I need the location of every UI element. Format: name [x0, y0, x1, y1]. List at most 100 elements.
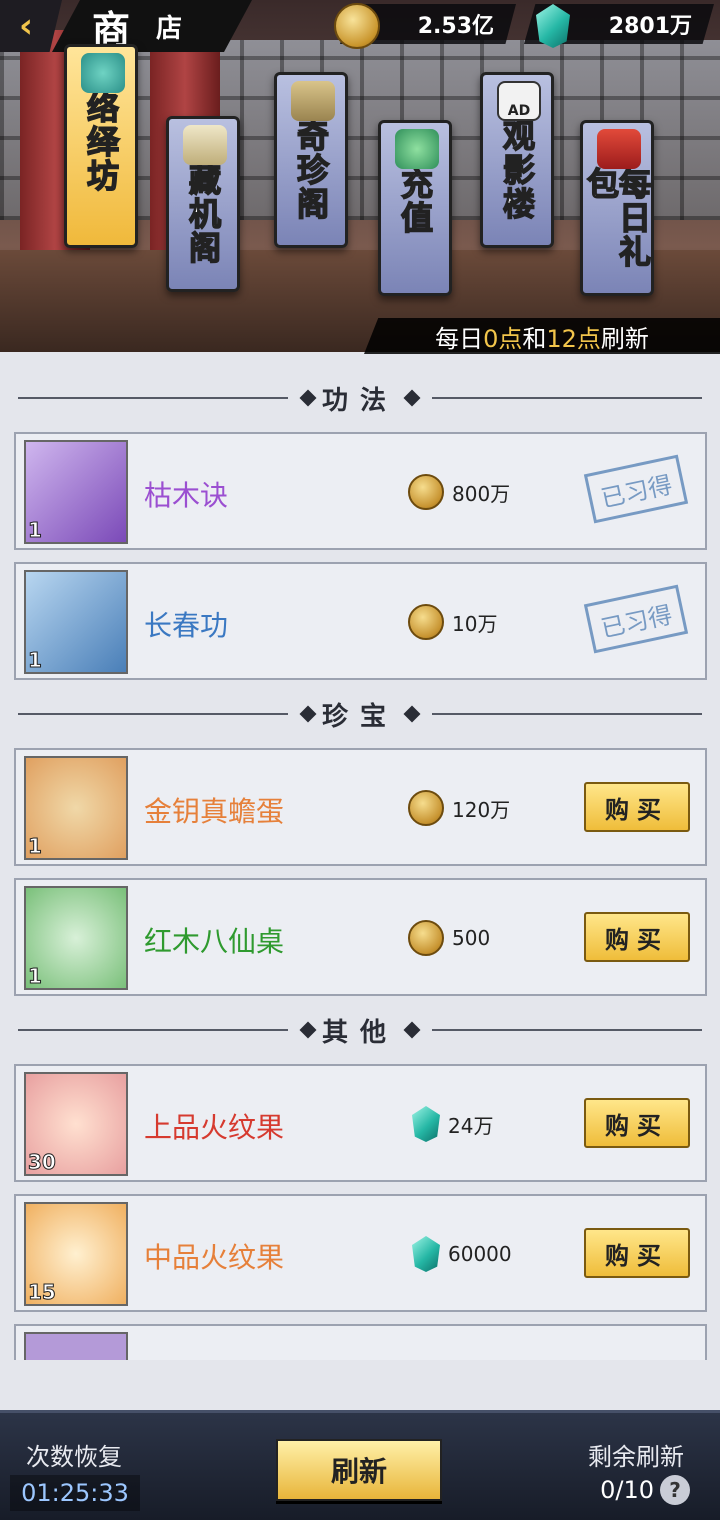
buy-button[interactable]: 购买 — [584, 1228, 690, 1278]
note-suffix: 刷新 — [600, 324, 649, 353]
refresh-schedule-note: 每日 0点和 12点 刷新 — [364, 318, 720, 354]
tab-label: 奇珍阁 — [291, 118, 331, 222]
fire-fruit-icon: 30 — [24, 1072, 128, 1176]
remaining-value: 0/10 — [600, 1476, 654, 1504]
table-furniture-icon: 1 — [24, 886, 128, 990]
tab-daily-gift[interactable]: 每日礼包 — [580, 120, 654, 296]
item-count: 1 — [28, 518, 43, 543]
tab-label: 藏机阁 — [183, 162, 223, 266]
tab-label: 每日礼包 — [581, 166, 653, 270]
item-name: 长春功 — [144, 609, 229, 642]
diamond-icon — [299, 1021, 317, 1039]
item-icon — [24, 1332, 128, 1360]
buy-button[interactable]: 购买 — [584, 912, 690, 962]
item-name: 金钥真蟾蛋 — [144, 795, 285, 828]
divider — [432, 713, 702, 715]
diamond-icon — [299, 705, 317, 723]
diamond-icon — [403, 1021, 421, 1039]
list-item-partial — [14, 1324, 707, 1360]
item-price: 10万 — [408, 604, 497, 640]
diamond-icon — [299, 389, 317, 407]
item-name: 红木八仙桌 — [144, 925, 285, 958]
tab-recharge[interactable]: 充值 — [378, 120, 452, 296]
jade-icon — [395, 129, 439, 169]
toad-egg-icon: 1 — [24, 756, 128, 860]
item-price: 60000 — [412, 1236, 512, 1272]
list-item: 1 金钥真蟾蛋 120万 购买 — [14, 748, 707, 866]
diamond-icon — [403, 705, 421, 723]
list-item: 1 长春功 10万 已习得 — [14, 562, 707, 680]
section-title: 其他 — [321, 1017, 398, 1048]
item-name: 上品火纹果 — [144, 1111, 285, 1144]
price-value: 10万 — [452, 611, 498, 636]
back-button[interactable]: ‹ — [0, 0, 62, 52]
dragon-icon — [81, 53, 125, 93]
gem-icon — [412, 1106, 440, 1142]
item-count: 1 — [28, 834, 43, 859]
tab-luoyi-fang[interactable]: 络绎坊 — [64, 44, 138, 248]
note-mid: 和 — [522, 324, 547, 353]
recover-timer: 01:25:33 — [10, 1475, 140, 1511]
price-value: 800万 — [452, 481, 511, 506]
divider — [18, 713, 288, 715]
item-price: 500 — [408, 920, 490, 956]
section-header-gongfa: 功法 — [18, 380, 702, 416]
gold-coin-icon — [408, 604, 444, 640]
item-price: 24万 — [412, 1106, 493, 1142]
fire-fruit-icon: 15 — [24, 1202, 128, 1306]
shop-item-list[interactable]: 功法 1 枯木诀 800万 已习得 1 长春功 10万 已习得 珍宝 1 金钥真… — [0, 352, 720, 1360]
tab-qizhen-ge[interactable]: 奇珍阁 — [274, 72, 348, 248]
gold-coin-icon — [334, 3, 380, 49]
item-price: 800万 — [408, 474, 510, 510]
book-icon — [291, 81, 335, 121]
section-header-zhenbao: 珍宝 — [18, 696, 702, 732]
list-item: 1 红木八仙桌 500 购买 — [14, 878, 707, 996]
tab-label: 络绎坊 — [81, 90, 121, 194]
ad-clapper-icon: AD — [497, 81, 541, 121]
section-header-qita: 其他 — [18, 1012, 702, 1048]
buy-button[interactable]: 购买 — [584, 782, 690, 832]
price-value: 120万 — [452, 797, 511, 822]
list-item: 30 上品火纹果 24万 购买 — [14, 1064, 707, 1182]
refresh-button[interactable]: 刷新 — [276, 1439, 442, 1501]
note-time-1: 0点 — [483, 324, 523, 353]
technique-book-icon: 1 — [24, 440, 128, 544]
price-value: 500 — [452, 926, 491, 950]
technique-book-icon: 1 — [24, 570, 128, 674]
gem-amount: 2801万 — [608, 14, 692, 39]
tab-cangji-ge[interactable]: 藏机阁 — [166, 116, 240, 292]
item-count: 15 — [28, 1280, 57, 1305]
list-item: 1 枯木诀 800万 已习得 — [14, 432, 707, 550]
buy-button[interactable]: 购买 — [584, 1098, 690, 1148]
price-value: 24万 — [448, 1113, 494, 1138]
tab-label: 充值 — [395, 166, 435, 236]
divider — [18, 397, 288, 399]
tab-guanying-lou[interactable]: AD 观影楼 — [480, 72, 554, 248]
remaining-refresh-count: 0/10 ? — [600, 1475, 690, 1505]
divider — [432, 1029, 702, 1031]
bottom-bar: 次数恢复 01:25:33 刷新 剩余刷新 0/10 ? — [0, 1410, 720, 1520]
note-time-2: 12点 — [546, 324, 601, 353]
divider — [18, 1029, 288, 1031]
item-count: 1 — [28, 964, 43, 989]
recover-label: 次数恢复 — [26, 1443, 122, 1471]
learned-stamp: 已习得 — [583, 454, 689, 524]
note-prefix: 每日 — [435, 324, 484, 353]
gold-coin-icon — [408, 474, 444, 510]
section-title: 珍宝 — [321, 701, 398, 732]
price-value: 60000 — [448, 1242, 512, 1266]
diamond-icon — [403, 389, 421, 407]
section-title: 功法 — [321, 385, 398, 416]
remaining-refresh-label: 剩余刷新 — [588, 1443, 684, 1471]
gold-coin-icon — [408, 920, 444, 956]
tab-label: 观影楼 — [497, 118, 537, 222]
help-icon[interactable]: ? — [660, 1475, 690, 1505]
gold-coin-icon — [408, 790, 444, 826]
title-char-2: 店 — [156, 13, 183, 44]
learned-stamp: 已习得 — [583, 584, 689, 654]
list-item: 15 中品火纹果 60000 购买 — [14, 1194, 707, 1312]
giftbox-icon — [597, 129, 641, 169]
item-name: 中品火纹果 — [144, 1241, 285, 1274]
divider — [432, 397, 702, 399]
item-count: 1 — [28, 648, 43, 673]
